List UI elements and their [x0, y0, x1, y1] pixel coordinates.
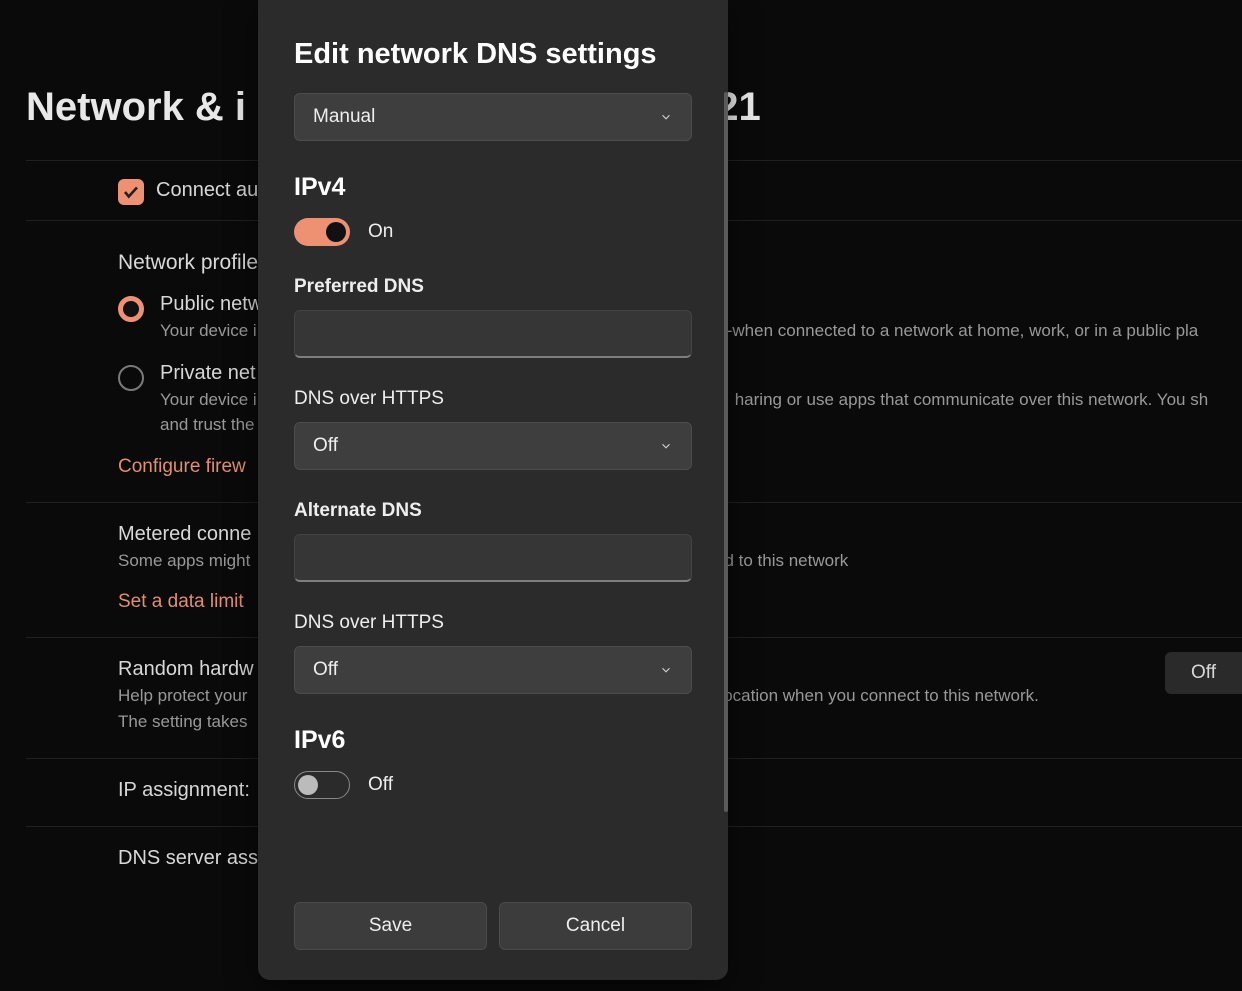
- private-network-radio[interactable]: [118, 365, 144, 391]
- doh-alternate-label: DNS over HTTPS: [294, 612, 692, 634]
- dialog-footer: Save Cancel: [258, 886, 728, 980]
- connect-auto-label: Connect au: [156, 179, 258, 201]
- ipv6-toggle-label: Off: [368, 774, 393, 796]
- check-icon: [122, 183, 140, 201]
- save-button[interactable]: Save: [294, 902, 487, 950]
- doh-alternate-value: Off: [313, 659, 338, 681]
- ipv6-heading: IPv6: [294, 726, 692, 755]
- public-network-radio[interactable]: [118, 296, 144, 322]
- ipv6-toggle-row: Off: [294, 771, 692, 799]
- doh-alternate-dropdown[interactable]: Off: [294, 646, 692, 694]
- doh-preferred-value: Off: [313, 435, 338, 457]
- preferred-dns-input[interactable]: [294, 310, 692, 358]
- alternate-dns-label: Alternate DNS: [294, 500, 692, 522]
- dialog-title: Edit network DNS settings: [294, 38, 692, 71]
- ipv4-toggle-label: On: [368, 221, 393, 243]
- edit-dns-dialog: Edit network DNS settings Manual IPv4 On…: [258, 0, 728, 980]
- dns-mode-dropdown[interactable]: Manual: [294, 93, 692, 141]
- preferred-dns-label: Preferred DNS: [294, 276, 692, 298]
- random-hw-off-button[interactable]: Off: [1165, 652, 1242, 694]
- dns-mode-value: Manual: [313, 106, 375, 128]
- ipv4-toggle[interactable]: [294, 218, 350, 246]
- cancel-button[interactable]: Cancel: [499, 902, 692, 950]
- ipv4-toggle-row: On: [294, 218, 692, 246]
- ipv6-toggle[interactable]: [294, 771, 350, 799]
- chevron-down-icon: [659, 439, 673, 453]
- chevron-down-icon: [659, 110, 673, 124]
- chevron-down-icon: [659, 663, 673, 677]
- alternate-dns-input[interactable]: [294, 534, 692, 582]
- ipv4-heading: IPv4: [294, 173, 692, 202]
- dialog-scrollbar[interactable]: [724, 92, 728, 812]
- connect-auto-checkbox[interactable]: [118, 179, 144, 205]
- doh-preferred-label: DNS over HTTPS: [294, 388, 692, 410]
- doh-preferred-dropdown[interactable]: Off: [294, 422, 692, 470]
